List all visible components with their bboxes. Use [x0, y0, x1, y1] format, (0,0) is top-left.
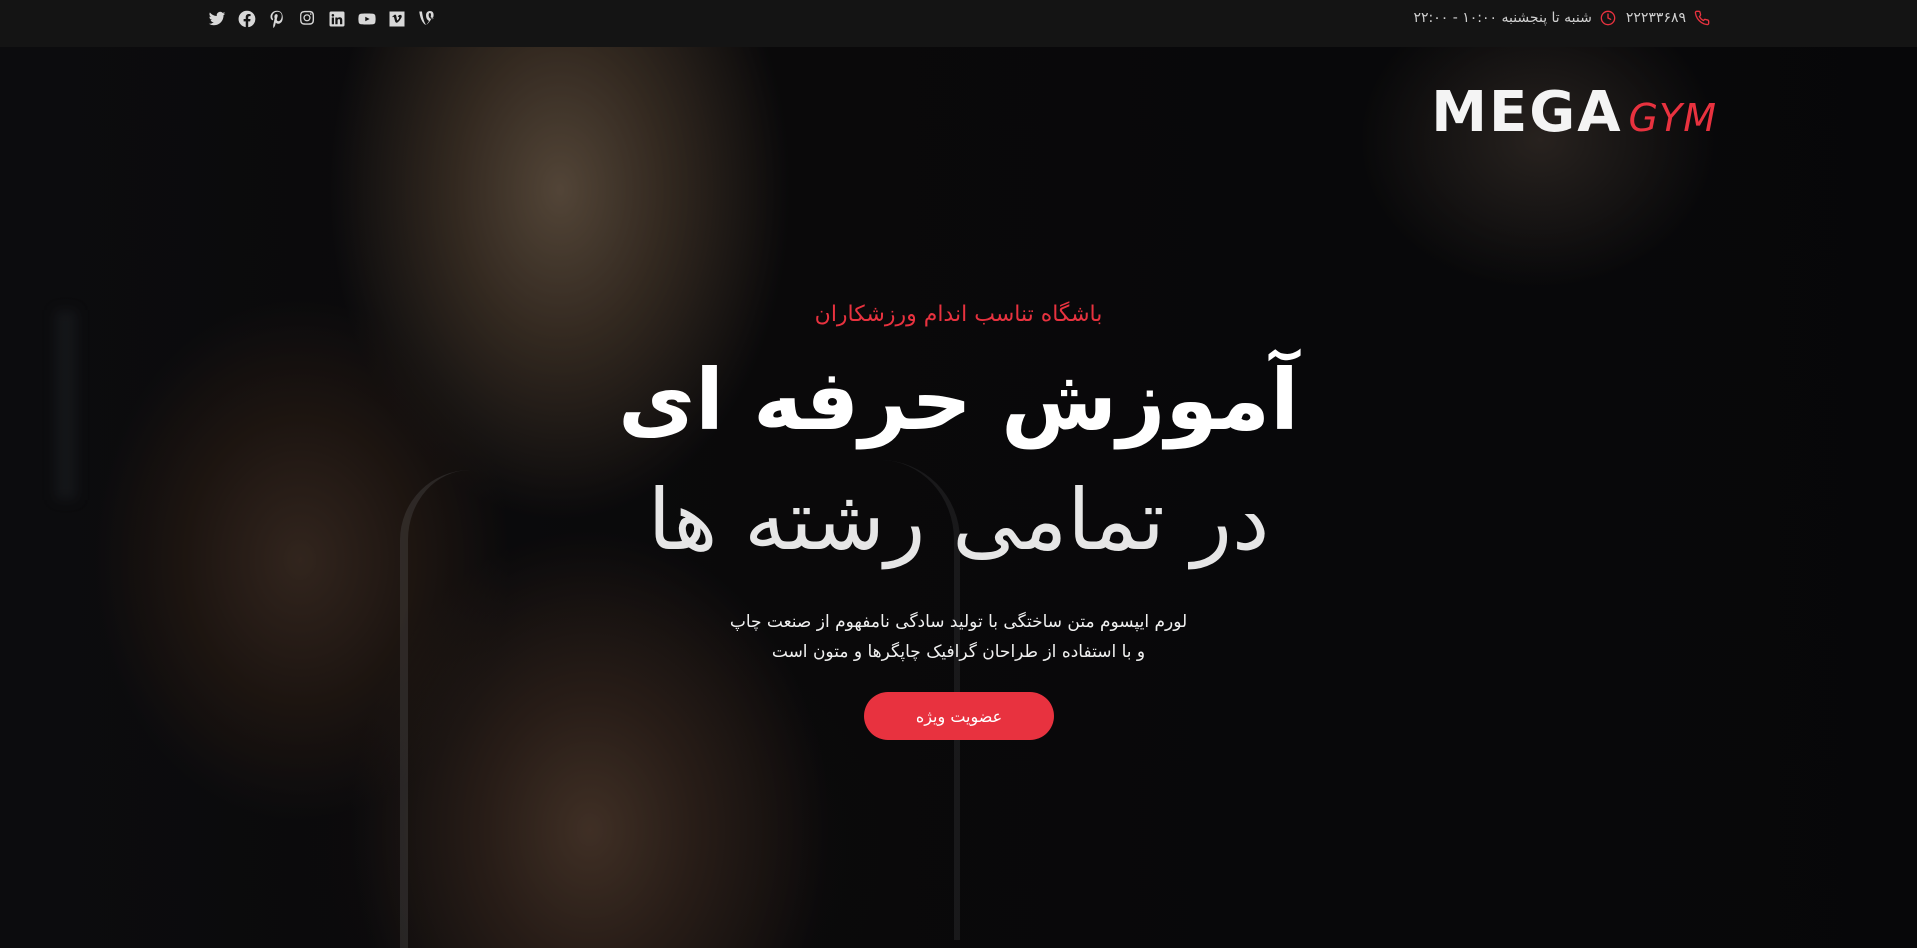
hero-description: لورم ایپسوم متن ساختگی با تولید سادگی نا… [0, 607, 1917, 667]
hero-description-line-2: و با استفاده از طراحان گرافیک چاپگرها و … [771, 642, 1146, 662]
hero-title-line-1: آموزش حرفه ای [618, 351, 1299, 449]
hero-description-line-1: لورم ایپسوم متن ساختگی با تولید سادگی نا… [729, 612, 1188, 632]
page: ۲۲۲۳۳۶۸۹ شنبه تا پنجشنبه ۱۰:۰۰ - ۲۲:۰۰ M… [0, 0, 1917, 948]
hero-subtitle: باشگاه تناسب اندام ورزشکاران [814, 302, 1103, 327]
special-membership-button[interactable]: عضویت ویژه [864, 692, 1054, 740]
hero-title-line-2: در تمامی رشته ها [647, 471, 1270, 569]
hero-section: باشگاه تناسب اندام ورزشکاران آموزش حرفه … [0, 0, 1917, 948]
